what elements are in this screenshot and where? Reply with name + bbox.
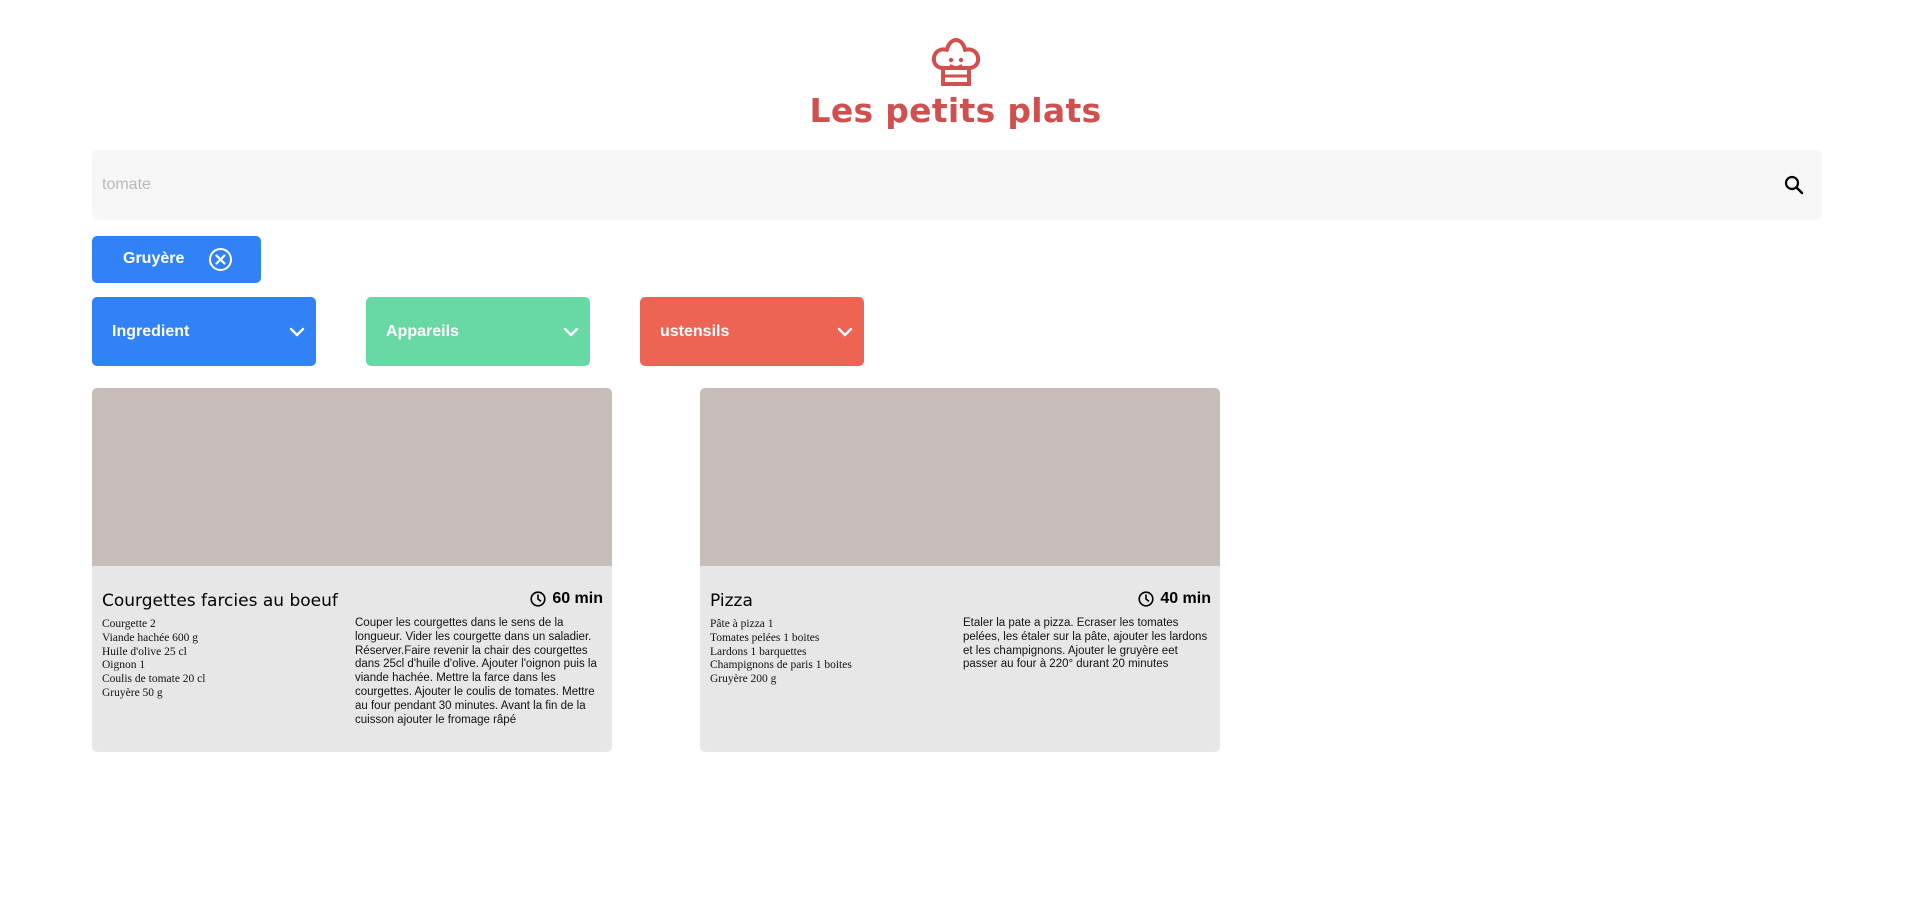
recipe-time-value: 40 min — [1160, 590, 1211, 607]
ingredient-item: Coulis de tomate 20 cl — [102, 673, 206, 686]
search-bar — [92, 150, 1822, 220]
ingredient-item: Lardons 1 barquettes — [710, 645, 807, 658]
recipe-time: 40 min — [1138, 590, 1211, 608]
filter-label: ustensils — [660, 323, 730, 340]
ingredient-list: Courgette 2 Viande hachée 600 g Huile d'… — [102, 618, 342, 701]
site-title: Les petits plats — [809, 91, 1102, 130]
close-circle-icon[interactable] — [208, 247, 233, 272]
recipe-image-placeholder — [92, 388, 612, 566]
recipe-time: 60 min — [530, 590, 603, 608]
tag-label: Gruyère — [123, 250, 185, 267]
filter-ustensils-dropdown[interactable]: ustensils — [640, 297, 864, 366]
recipe-title: Courgettes farcies au boeuf — [102, 591, 338, 611]
recipe-time-value: 60 min — [552, 590, 603, 607]
ingredient-item: Huile d'olive 25 cl — [102, 645, 187, 658]
recipe-description: Couper les courgettes dans le sens de la… — [355, 617, 597, 726]
ingredient-item: Pâte à pizza 1 — [710, 618, 774, 630]
recipe-description: Etaler la pate a pizza. Ecraser les toma… — [963, 617, 1208, 671]
recipe-card[interactable]: Courgettes farcies au boeuf 60 min Courg… — [92, 388, 612, 752]
chevron-down-icon — [837, 327, 853, 337]
selected-tag-gruyere: Gruyère — [92, 236, 261, 283]
ingredient-item: Oignon 1 — [102, 659, 146, 672]
recipe-card[interactable]: Pizza 40 min Pâte à pizza 1 Tomates pelé… — [700, 388, 1220, 752]
search-icon[interactable] — [1784, 175, 1804, 195]
filter-label: Ingredient — [112, 323, 190, 340]
ingredient-item: Champignons de paris 1 boites — [710, 659, 852, 672]
recipe-title: Pizza — [710, 591, 753, 611]
ingredient-item: Courgette 2 — [102, 618, 156, 630]
chevron-down-icon — [289, 327, 305, 337]
clock-icon — [1138, 591, 1154, 607]
ingredient-item: Gruyère 50 g — [102, 686, 163, 699]
ingredient-list: Pâte à pizza 1 Tomates pelées 1 boites L… — [710, 618, 950, 687]
ingredient-item: Gruyère 200 g — [710, 673, 777, 686]
chevron-down-icon — [563, 327, 579, 337]
ingredient-item: Tomates pelées 1 boites — [710, 631, 820, 644]
filter-appareils-dropdown[interactable]: Appareils — [366, 297, 590, 366]
filter-ingredient-dropdown[interactable]: Ingredient — [92, 297, 316, 366]
search-input[interactable] — [92, 150, 1772, 220]
chef-hat-icon — [931, 38, 980, 86]
recipe-image-placeholder — [700, 388, 1220, 566]
filter-label: Appareils — [386, 323, 459, 340]
site-header: Les petits plats — [0, 38, 1911, 130]
ingredient-item: Viande hachée 600 g — [102, 631, 199, 644]
clock-icon — [530, 591, 546, 607]
